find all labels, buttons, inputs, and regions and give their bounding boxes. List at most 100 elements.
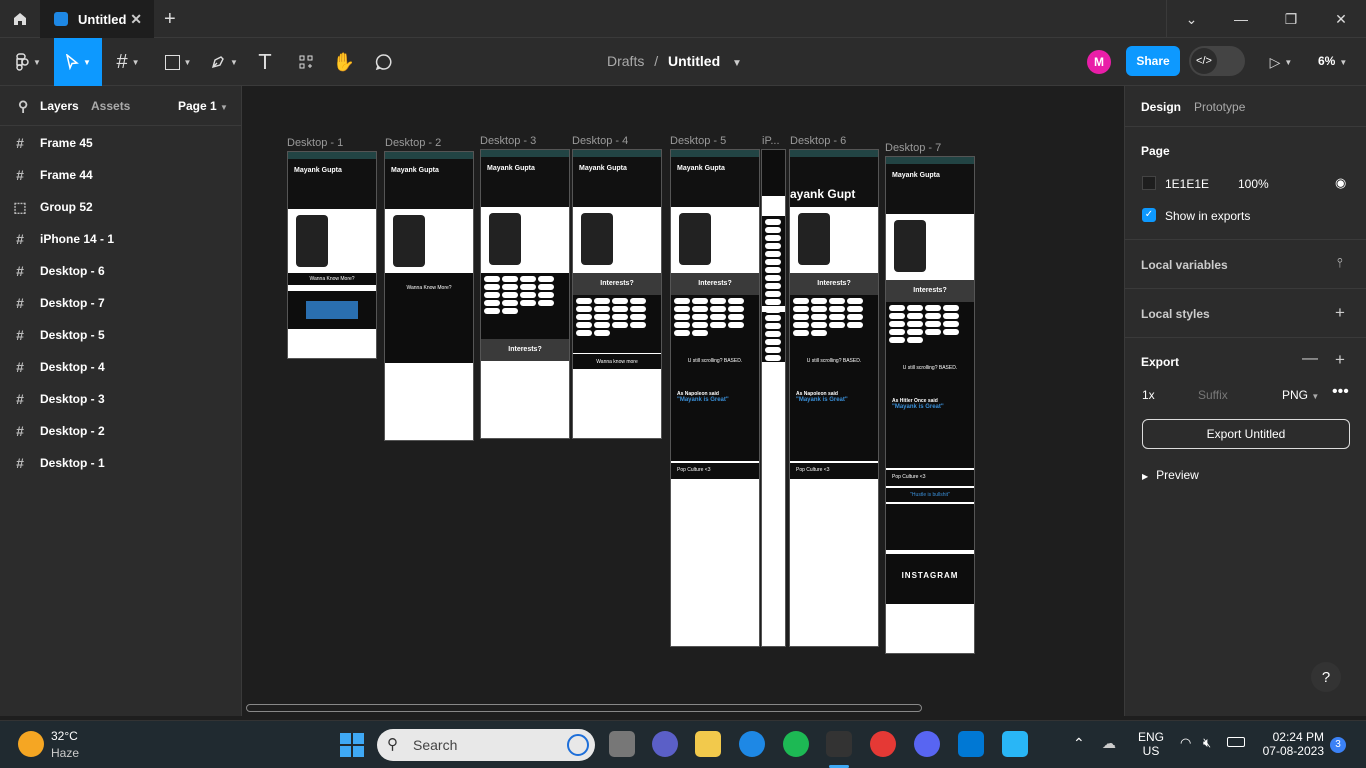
tab-prototype[interactable]: Prototype bbox=[1194, 100, 1245, 114]
vscode-icon[interactable] bbox=[958, 731, 984, 757]
layer-item[interactable]: # Desktop - 4 bbox=[0, 351, 241, 383]
frame-label[interactable]: iP... bbox=[762, 135, 780, 147]
variables-icon[interactable]: ⫯ bbox=[1337, 255, 1343, 271]
weather-sun-icon[interactable] bbox=[18, 731, 44, 757]
frame-desktop-7[interactable]: Mayank Gupta Interests? U still scrollin… bbox=[885, 156, 975, 654]
frame-desktop-2[interactable]: Mayank Gupta Wanna Know More? bbox=[384, 151, 474, 441]
frame-desktop-4[interactable]: Mayank Gupta Interests? Wanna know more bbox=[572, 149, 662, 439]
export-format-select[interactable]: PNG ▼ bbox=[1282, 388, 1319, 402]
resources-tool-button[interactable] bbox=[292, 38, 320, 86]
figma-app-icon[interactable] bbox=[826, 731, 852, 757]
add-export-icon[interactable]: + bbox=[1335, 350, 1345, 370]
wifi-icon[interactable]: ◠ bbox=[1180, 735, 1191, 751]
frame-label[interactable]: Desktop - 3 bbox=[480, 135, 536, 147]
zoom-menu[interactable]: 6% ▼ bbox=[1318, 54, 1347, 68]
help-button[interactable]: ? bbox=[1311, 662, 1341, 692]
taskbar-search[interactable]: ⚲ Search bbox=[377, 729, 595, 761]
hand-tool-button[interactable]: ✋ bbox=[330, 38, 358, 86]
pen-tool-button[interactable]: ▼ bbox=[204, 38, 244, 86]
export-scale[interactable]: 1x bbox=[1142, 388, 1155, 402]
weather-temperature[interactable]: 32°C bbox=[51, 729, 78, 743]
frame-label[interactable]: Desktop - 4 bbox=[572, 135, 628, 147]
close-tab-icon[interactable]: ✕ bbox=[130, 11, 142, 28]
frame-desktop-1[interactable]: Mayank Gupta Wanna Know More? bbox=[287, 151, 377, 359]
page-color-value[interactable]: 1E1E1E bbox=[1165, 177, 1209, 191]
layer-item[interactable]: # iPhone 14 - 1 bbox=[0, 223, 241, 255]
present-button[interactable]: ▷ ▼ bbox=[1262, 38, 1300, 86]
page-opacity-value[interactable]: 100% bbox=[1238, 177, 1269, 191]
home-icon[interactable] bbox=[0, 0, 40, 38]
frame-label[interactable]: Desktop - 6 bbox=[790, 135, 846, 147]
photos-icon[interactable] bbox=[1002, 731, 1028, 757]
restore-button[interactable]: ❐ bbox=[1266, 0, 1316, 38]
export-button[interactable]: Export Untitled bbox=[1142, 419, 1350, 449]
dev-mode-toggle[interactable]: </> bbox=[1189, 46, 1245, 76]
share-button[interactable]: Share bbox=[1126, 46, 1180, 76]
move-tool-button[interactable]: ▼ bbox=[54, 38, 102, 86]
page-color-swatch[interactable] bbox=[1142, 176, 1156, 190]
frame-iphone-14-1[interactable] bbox=[761, 149, 786, 647]
chevron-up-icon[interactable]: ⌃ bbox=[1073, 735, 1085, 752]
layer-item[interactable]: # Desktop - 1 bbox=[0, 447, 241, 479]
frame-tool-button[interactable]: # ▼ bbox=[108, 38, 148, 86]
comment-tool-button[interactable] bbox=[370, 38, 398, 86]
export-suffix-input[interactable]: Suffix bbox=[1198, 388, 1228, 402]
tab-assets[interactable]: Assets bbox=[91, 99, 130, 113]
edge-icon[interactable] bbox=[739, 731, 765, 757]
avatar[interactable]: M bbox=[1087, 50, 1111, 74]
volume-muted-icon[interactable]: 🔇︎ bbox=[1203, 735, 1211, 751]
frame-desktop-3[interactable]: Mayank Gupta Interests? bbox=[480, 149, 570, 439]
onedrive-icon[interactable]: ☁ bbox=[1102, 735, 1116, 752]
tab-design[interactable]: Design bbox=[1141, 100, 1181, 114]
frame-label[interactable]: Desktop - 7 bbox=[885, 142, 941, 154]
breadcrumb-file-name[interactable]: Untitled bbox=[668, 53, 720, 69]
show-in-exports-checkbox[interactable]: ✓ bbox=[1142, 208, 1156, 222]
layer-item[interactable]: ⬚ Group 52 bbox=[0, 191, 241, 223]
frame-label[interactable]: Desktop - 1 bbox=[287, 137, 343, 149]
layer-item[interactable]: # Desktop - 7 bbox=[0, 287, 241, 319]
canvas-horizontal-scrollbar[interactable] bbox=[246, 704, 922, 712]
remove-export-icon[interactable]: — bbox=[1302, 350, 1318, 368]
file-tab[interactable]: Untitled ✕ bbox=[40, 0, 154, 38]
layer-item[interactable]: # Desktop - 2 bbox=[0, 415, 241, 447]
minimize-button[interactable]: — bbox=[1216, 0, 1266, 38]
frame-desktop-6[interactable]: ayank Gupt Interests? U still scrolling?… bbox=[789, 149, 879, 647]
layer-item[interactable]: # Desktop - 3 bbox=[0, 383, 241, 415]
clock[interactable]: 02:24 PM 07-08-2023 bbox=[1262, 730, 1324, 758]
close-window-button[interactable]: ✕ bbox=[1316, 0, 1366, 38]
battery-icon[interactable] bbox=[1227, 737, 1245, 747]
chrome-icon[interactable] bbox=[870, 731, 896, 757]
spotify-icon[interactable] bbox=[783, 731, 809, 757]
preview-toggle[interactable]: ▶ Preview bbox=[1142, 468, 1199, 482]
breadcrumb-drafts[interactable]: Drafts bbox=[607, 53, 644, 69]
text-tool-button[interactable]: T bbox=[252, 38, 278, 86]
search-icon[interactable]: ⚲ bbox=[18, 98, 28, 115]
tab-layers[interactable]: Layers bbox=[40, 99, 79, 113]
frame-label[interactable]: Desktop - 5 bbox=[670, 135, 726, 147]
layer-item[interactable]: # Desktop - 5 bbox=[0, 319, 241, 351]
frame-desktop-5[interactable]: Mayank Gupta Interests? U still scrollin… bbox=[670, 149, 760, 647]
layer-item[interactable]: # Frame 44 bbox=[0, 159, 241, 191]
chevron-down-icon[interactable]: ⌄ bbox=[1166, 0, 1216, 38]
eye-icon[interactable]: ◉ bbox=[1335, 175, 1346, 191]
new-tab-button[interactable]: + bbox=[164, 8, 176, 31]
add-style-icon[interactable]: + bbox=[1335, 303, 1345, 323]
layer-item[interactable]: # Desktop - 6 bbox=[0, 255, 241, 287]
file-explorer-icon[interactable] bbox=[695, 731, 721, 757]
chevron-down-icon[interactable]: ▼ bbox=[732, 58, 742, 69]
local-styles-title[interactable]: Local styles bbox=[1141, 307, 1210, 321]
windows-start-icon[interactable] bbox=[340, 733, 364, 757]
shape-tool-button[interactable]: ▼ bbox=[156, 38, 200, 86]
layer-item[interactable]: # Frame 45 bbox=[0, 127, 241, 159]
canvas[interactable]: Desktop - 1 Desktop - 2 Desktop - 3 Desk… bbox=[242, 86, 1124, 716]
local-variables-title[interactable]: Local variables bbox=[1141, 258, 1228, 272]
more-options-icon[interactable]: ••• bbox=[1332, 383, 1349, 401]
language-indicator[interactable]: ENG US bbox=[1138, 730, 1164, 758]
main-menu-button[interactable]: ▼ bbox=[8, 38, 48, 86]
chat-icon[interactable] bbox=[652, 731, 678, 757]
frame-label[interactable]: Desktop - 2 bbox=[385, 137, 441, 149]
page-select[interactable]: Page 1 ▼ bbox=[178, 99, 228, 113]
task-view-icon[interactable] bbox=[609, 731, 635, 757]
discord-icon[interactable] bbox=[914, 731, 940, 757]
notification-badge[interactable]: 3 bbox=[1330, 737, 1346, 753]
